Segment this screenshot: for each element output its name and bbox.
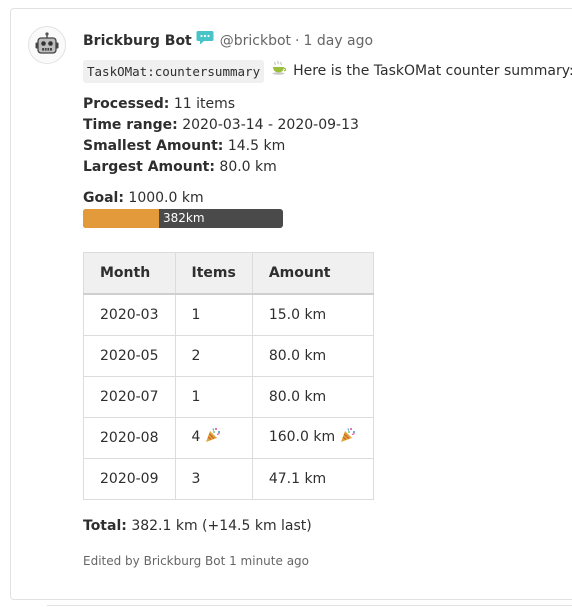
cell-text: 2020-08 — [100, 429, 159, 446]
table-cell-month: 2020-03 — [83, 293, 176, 336]
table-cell-amount: 80.0 km — [251, 376, 375, 418]
stat-value: 80.0 km — [219, 159, 277, 175]
stat-largest: Largest Amount: 80.0 km — [83, 157, 572, 178]
stat-label: Processed: — [83, 96, 170, 112]
cell-text: 160.0 km — [268, 428, 336, 445]
table-cell-month: 2020-09 — [83, 458, 176, 500]
author-name[interactable]: Brickburg Bot — [83, 33, 192, 49]
stat-smallest: Smallest Amount: 14.5 km — [83, 136, 572, 157]
bot-chat-icon — [196, 30, 214, 53]
cell-text: 2 — [191, 347, 201, 364]
note: Brickburg Bot @brickbot · 1 day ago TaskOMa… — [28, 26, 572, 607]
cell-text: 2020-07 — [100, 388, 159, 405]
progress-fill — [83, 209, 160, 228]
separator: · — [295, 33, 300, 49]
stat-value: 14.5 km — [227, 138, 286, 154]
stat-value: 11 items — [173, 96, 236, 112]
note-body: TaskOMat:countersummary Here is the Task… — [83, 59, 572, 572]
table-row: 2020-03 1 15.0 km — [83, 293, 375, 336]
cell-text: 4 — [191, 428, 201, 445]
table-row: 2020-07 1 80.0 km — [83, 376, 375, 418]
cell-text: 15.0 km — [268, 306, 327, 323]
robot-icon — [35, 32, 59, 54]
stat-label: Largest Amount: — [83, 159, 215, 175]
party-popper-icon — [204, 426, 222, 451]
table-cell-amount: 47.1 km — [251, 458, 375, 500]
cell-text: 80.0 km — [268, 388, 327, 405]
goal-value: 1000.0 km — [128, 190, 204, 206]
goal-progress-bar: 382km — [83, 209, 283, 228]
table-cell-month: 2020-07 — [83, 376, 176, 418]
command-code: TaskOMat:countersummary — [83, 59, 265, 83]
table-row: 2020-08 4 160.0 km — [83, 417, 375, 459]
table-header-amount: Amount — [251, 252, 375, 295]
table-cell-amount: 80.0 km — [251, 335, 375, 377]
stat-processed: Processed: 11 items — [83, 94, 572, 115]
avatar[interactable] — [28, 26, 66, 64]
party-popper-icon — [339, 426, 357, 451]
stat-label: Time range: — [83, 117, 178, 133]
progress-label: 382km — [163, 211, 205, 225]
summary-table: Month Items Amount 2020-03 1 15.0 km 2020-0… — [83, 252, 375, 500]
cell-text: 1 — [191, 306, 201, 323]
table-header-row: Month Items Amount — [83, 252, 375, 295]
table-cell-items: 2 — [174, 335, 253, 377]
table-cell-month: 2020-08 — [83, 417, 176, 459]
table-header-items: Items — [174, 252, 253, 295]
table-header-month: Month — [83, 252, 176, 295]
intro-text: Here is the TaskOMat counter summary: — [293, 62, 572, 79]
total-label: Total: — [83, 518, 127, 534]
table-cell-amount: 15.0 km — [251, 293, 375, 336]
goal: Goal: 1000.0 km — [83, 188, 572, 209]
cell-text: 3 — [191, 470, 201, 487]
stat-label: Smallest Amount: — [83, 138, 224, 154]
author-handle[interactable]: @brickbot — [220, 33, 291, 49]
cell-text: 2020-03 — [100, 306, 159, 323]
stats: Processed: 11 items Time range: 2020-03-… — [83, 94, 572, 178]
table-cell-items: 1 — [174, 293, 253, 336]
table-cell-month: 2020-05 — [83, 335, 176, 377]
table-row: 2020-09 3 47.1 km — [83, 458, 375, 500]
cell-text: 47.1 km — [268, 470, 327, 487]
stat-value: 2020-03-14 - 2020-09-13 — [182, 117, 359, 133]
timestamp[interactable]: 1 day ago — [304, 33, 374, 49]
table-cell-items: 4 — [174, 417, 253, 459]
note-header: Brickburg Bot @brickbot · 1 day ago — [83, 30, 373, 52]
cell-text: 80.0 km — [268, 347, 327, 364]
cell-text: 1 — [191, 388, 201, 405]
cell-text: 2020-09 — [100, 470, 159, 487]
table-cell-amount: 160.0 km — [251, 417, 375, 459]
stat-time-range: Time range: 2020-03-14 - 2020-09-13 — [83, 115, 572, 136]
total: Total: 382.1 km (+14.5 km last) — [83, 516, 572, 537]
edited-note: Edited by Brickburg Bot 1 minute ago — [83, 554, 310, 568]
table-cell-items: 3 — [174, 458, 253, 500]
tea-cup-icon — [270, 60, 288, 83]
total-value: 382.1 km (+14.5 km last) — [131, 518, 312, 534]
command-line: TaskOMat:countersummary Here is the Task… — [83, 59, 572, 83]
table-row: 2020-05 2 80.0 km — [83, 335, 375, 377]
table-cell-items: 1 — [174, 376, 253, 418]
cell-text: 2020-05 — [100, 347, 159, 364]
goal-label: Goal: — [83, 190, 124, 206]
